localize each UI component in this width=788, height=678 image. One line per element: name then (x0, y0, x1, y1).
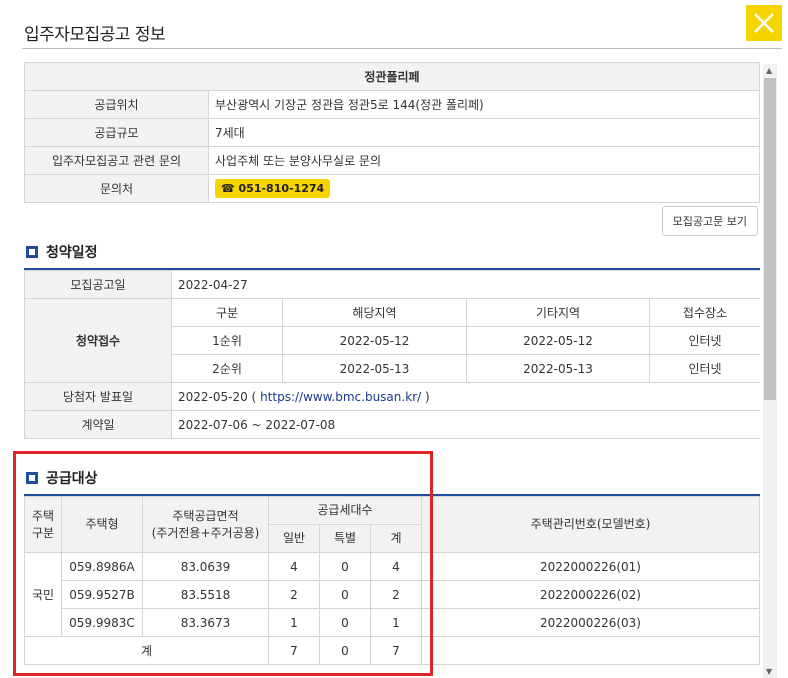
winner-label: 당첨자 발표일 (24, 382, 172, 411)
house-type-header: 주택형 (61, 496, 143, 553)
units-header: 공급세대수 (268, 496, 422, 525)
col-header: 구분 (171, 298, 283, 327)
scroll-up-arrow-icon[interactable]: ▲ (766, 66, 772, 75)
model-cell: 2022000226(03) (421, 608, 760, 637)
scrollbar[interactable]: ▲ ▼ (763, 64, 777, 678)
scroll-down-arrow-icon[interactable]: ▼ (766, 667, 772, 676)
area-cell: 83.3673 (142, 608, 269, 637)
general-header: 일반 (268, 524, 320, 553)
info-label: 입주자모집공고 관련 문의 (24, 146, 209, 175)
special-cell: 0 (319, 580, 371, 609)
dialog-content: 정관폴리페 공급위치 부산광역시 기장군 정관읍 정관5로 144(정관 폴리페… (24, 62, 760, 678)
table-row: 059.9527B 83.5518 2 0 2 2022000226(02) (25, 580, 760, 609)
local-date-cell: 2022-05-12 (282, 326, 467, 355)
section-square-icon (26, 472, 38, 484)
supply-title: 공급대상 (46, 471, 98, 487)
close-icon (754, 13, 774, 33)
total-cell: 2 (370, 580, 422, 609)
col-header: 기타지역 (466, 298, 650, 327)
scroll-thumb[interactable] (764, 78, 776, 400)
schedule-section-title: 청약일정 (26, 242, 98, 262)
sum-general: 7 (268, 636, 320, 665)
info-label: 공급위치 (24, 90, 209, 119)
sum-model (421, 636, 760, 665)
other-date-cell: 2022-05-12 (466, 326, 650, 355)
area-cell: 83.0639 (142, 552, 269, 581)
type-cell: 059.9527B (61, 580, 143, 609)
winner-link[interactable]: https://www.bmc.busan.kr/ (260, 390, 421, 404)
phone-badge[interactable]: ☎ 051-810-1274 (215, 179, 331, 198)
house-kind-cell: 국민 (24, 552, 62, 637)
info-label: 문의처 (24, 174, 209, 203)
general-cell: 1 (268, 608, 320, 637)
special-header: 특별 (319, 524, 371, 553)
info-value: 7세대 (208, 118, 760, 147)
col-header: 접수장소 (649, 298, 760, 327)
contract-date: 2022-07-06 ~ 2022-07-08 (171, 410, 760, 439)
total-cell: 4 (370, 552, 422, 581)
table-row: 059.9983C 83.3673 1 0 1 2022000226(03) (25, 608, 760, 637)
contract-label: 계약일 (24, 410, 172, 439)
winner-close: ) (424, 389, 430, 404)
sum-label: 계 (24, 636, 269, 665)
model-header: 주택관리번호(모델번호) (421, 496, 760, 553)
sum-total: 7 (370, 636, 422, 665)
place-cell: 인터넷 (649, 326, 760, 355)
general-cell: 2 (268, 580, 320, 609)
local-date-cell: 2022-05-13 (282, 354, 467, 383)
announce-date: 2022-04-27 (171, 270, 760, 299)
winner-date: 2022-05-20 ( (178, 389, 257, 404)
info-value: 사업주체 또는 분양사무실로 문의 (208, 146, 760, 175)
sum-row: 계 7 0 7 (24, 636, 760, 665)
schedule-table: 모집공고일 2022-04-27 청약접수 구분 해당지역 기타지역 접수장소 … (24, 270, 760, 439)
contact-cell: ☎ 051-810-1274 (208, 174, 760, 203)
supply-table: 주택 구분 주택형 주택공급면적 (주거전용+주거공용) 공급세대수 주택관리번… (24, 496, 760, 665)
section-square-icon (26, 246, 38, 258)
col-header: 해당지역 (282, 298, 467, 327)
supply-section-title: 공급대상 (26, 468, 98, 488)
area-cell: 83.5518 (142, 580, 269, 609)
schedule-title: 청약일정 (46, 245, 98, 261)
model-cell: 2022000226(02) (421, 580, 760, 609)
rank-cell: 1순위 (171, 326, 283, 355)
title-divider (22, 48, 782, 49)
winner-cell: 2022-05-20 ( https://www.bmc.busan.kr/ ) (171, 382, 760, 411)
total-cell: 1 (370, 608, 422, 637)
info-table: 정관폴리페 공급위치 부산광역시 기장군 정관읍 정관5로 144(정관 폴리페… (24, 62, 760, 203)
announce-label: 모집공고일 (24, 270, 172, 299)
special-cell: 0 (319, 608, 371, 637)
close-button[interactable] (746, 5, 782, 41)
type-cell: 059.8986A (61, 552, 143, 581)
place-cell: 인터넷 (649, 354, 760, 383)
table-row: 국민 059.8986A 83.0639 4 0 4 2022000226(01… (24, 552, 760, 637)
info-value: 부산광역시 기장군 정관읍 정관5로 144(정관 폴리페) (208, 90, 760, 119)
view-notice-button[interactable]: 모집공고문 보기 (661, 206, 758, 236)
type-cell: 059.9983C (61, 608, 143, 637)
area-header: 주택공급면적 (주거전용+주거공용) (142, 496, 269, 553)
total-header: 계 (370, 524, 422, 553)
rank-cell: 2순위 (171, 354, 283, 383)
info-label: 공급규모 (24, 118, 209, 147)
sum-special: 0 (319, 636, 371, 665)
dialog-title: 입주자모집공고 정보 (24, 25, 166, 45)
other-date-cell: 2022-05-13 (466, 354, 650, 383)
apply-label: 청약접수 (24, 298, 172, 383)
house-kind-header: 주택 구분 (24, 496, 62, 553)
complex-name: 정관폴리페 (24, 62, 760, 91)
special-cell: 0 (319, 552, 371, 581)
general-cell: 4 (268, 552, 320, 581)
model-cell: 2022000226(01) (421, 552, 760, 581)
